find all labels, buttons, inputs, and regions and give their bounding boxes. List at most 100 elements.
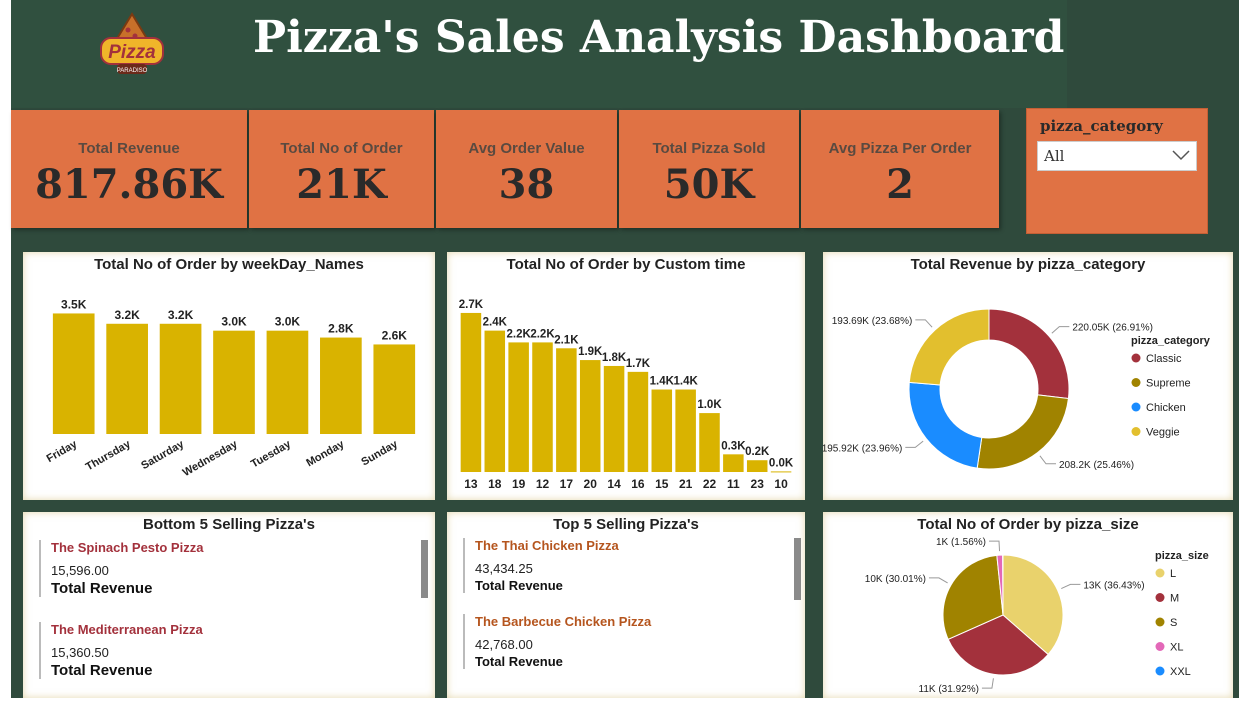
scrollbar[interactable]: [794, 538, 801, 600]
legend-marker: [1131, 378, 1141, 387]
legend-marker: [1155, 666, 1165, 676]
pie-slice[interactable]: [988, 308, 1070, 400]
data-label: 193.69K (23.68%): [832, 316, 913, 327]
bar[interactable]: [746, 460, 768, 472]
legend-title: pizza_size: [1155, 550, 1209, 562]
bar[interactable]: [532, 342, 553, 472]
bar[interactable]: [770, 471, 792, 473]
slicer-selected-value: All: [1044, 147, 1065, 165]
data-label: 2.8K: [328, 322, 354, 336]
bar[interactable]: [213, 330, 255, 434]
data-label: 1.9K: [578, 346, 603, 358]
data-label: 208.2K (25.46%): [1059, 460, 1134, 471]
x-tick-label: 19: [512, 477, 526, 491]
kpi-avg-pizza-per-order: Avg Pizza Per Order 2: [801, 110, 999, 228]
pizza-category-dropdown[interactable]: All: [1037, 141, 1197, 171]
bar[interactable]: [651, 389, 673, 472]
data-label: 1.4K: [673, 376, 698, 388]
pie-slice[interactable]: [908, 308, 990, 386]
pie-slice[interactable]: [976, 394, 1069, 470]
kpi-label: Total No of Order: [280, 140, 403, 157]
page-title: Pizza's Sales Analysis Dashboard: [253, 12, 1065, 63]
legend-item[interactable]: M: [1170, 593, 1179, 605]
data-label: 3.0K: [221, 315, 247, 329]
kpi-avg-order-value: Avg Order Value 38: [436, 110, 617, 228]
bar[interactable]: [579, 360, 601, 472]
kpi-label: Total Revenue: [78, 140, 180, 157]
legend-marker: [1131, 427, 1141, 436]
data-label: 13K (36.43%): [1083, 580, 1144, 591]
list-item: The Spinach Pesto Pizza 15,596.00 Total …: [39, 540, 203, 597]
kpi-total-pizza-sold: Total Pizza Sold 50K: [619, 110, 799, 228]
legend-marker: [1155, 642, 1165, 651]
legend-marker: [1155, 617, 1165, 627]
pizza-name: The Thai Chicken Pizza: [475, 538, 619, 553]
kpi-value: 38: [498, 161, 555, 208]
scrollbar[interactable]: [421, 540, 428, 598]
revenue-by-category-card: Total Revenue by pizza_category 220.05K …: [822, 252, 1233, 500]
pizza-name: The Barbecue Chicken Pizza: [475, 614, 652, 629]
legend-item[interactable]: Classic: [1146, 353, 1182, 365]
bar[interactable]: [106, 323, 148, 434]
x-tick-label: 13: [464, 477, 478, 491]
data-label: 0.2K: [745, 446, 770, 458]
bar[interactable]: [675, 389, 696, 472]
bar[interactable]: [699, 413, 720, 472]
legend-marker: [1131, 402, 1141, 412]
logo-text: Pizza: [108, 42, 156, 63]
legend-item[interactable]: Supreme: [1146, 378, 1191, 390]
top5-card: Top 5 Selling Pizza's The Thai Chicken P…: [447, 512, 805, 698]
x-tick-label: Thursday: [84, 438, 134, 474]
pizza-revenue: 15,360.50: [51, 645, 109, 660]
chevron-down-icon[interactable]: [1172, 148, 1190, 162]
revenue-by-category-chart: 220.05K (26.91%) 208.2K (25.46%) 195.92K (…: [822, 308, 1211, 471]
x-tick-label: 22: [703, 477, 717, 491]
legend-item[interactable]: XXL: [1170, 666, 1191, 678]
bar[interactable]: [508, 342, 529, 472]
legend-item[interactable]: Veggie: [1146, 427, 1180, 439]
list-item: The Mediterranean Pizza 15,360.50 Total …: [39, 622, 203, 679]
chart-title: Total No of Order by Custom time: [506, 256, 746, 273]
bar[interactable]: [52, 313, 95, 434]
bar[interactable]: [266, 330, 309, 434]
data-label: 2.1K: [554, 334, 579, 346]
legend-marker: [1155, 568, 1165, 578]
dashboard: Pizza PARADISO Pizza's Sales Analysis Da…: [11, 0, 1239, 698]
legend-item[interactable]: L: [1170, 568, 1176, 580]
bar[interactable]: [723, 454, 744, 472]
custom-time-orders-chart: 2.7K 13 2.4K 18 2.2K 19 2.2K 12 2.1K 17 1.9K 20 1.8K…: [459, 299, 794, 491]
data-label: 11K (31.92%): [919, 684, 979, 695]
x-tick-label: 17: [560, 477, 574, 491]
bar[interactable]: [603, 365, 625, 472]
bar[interactable]: [320, 337, 362, 434]
x-tick-label: 16: [631, 477, 645, 491]
x-tick-label: 20: [584, 477, 598, 491]
pie-slice[interactable]: [908, 381, 983, 469]
list-item: The Barbecue Chicken Pizza 42,768.00 Tot…: [463, 614, 651, 669]
kpi-value: 2: [886, 161, 914, 208]
legend-item[interactable]: XL: [1170, 642, 1183, 654]
legend-marker: [1155, 593, 1165, 602]
bottom5-card: Bottom 5 Selling Pizza's The Spinach Pes…: [23, 512, 435, 698]
x-tick-label: 21: [679, 477, 693, 491]
bar[interactable]: [556, 348, 577, 472]
bar[interactable]: [159, 323, 202, 434]
bar[interactable]: [373, 344, 416, 434]
kpi-value: 50K: [663, 161, 755, 208]
data-label: 2.7K: [459, 299, 484, 311]
chart-title: Total No of Order by pizza_size: [917, 516, 1139, 533]
bar[interactable]: [484, 330, 506, 472]
bar[interactable]: [460, 312, 482, 472]
data-label: 3.0K: [275, 315, 301, 329]
bar[interactable]: [627, 371, 649, 472]
x-tick-label: 15: [655, 477, 669, 491]
legend-item[interactable]: S: [1170, 617, 1177, 629]
header: Pizza PARADISO Pizza's Sales Analysis Da…: [11, 0, 1067, 108]
x-tick-label: 10: [774, 477, 788, 491]
kpi-total-revenue: Total Revenue 817.86K: [11, 110, 247, 228]
data-label: 3.2K: [114, 308, 140, 322]
slicer-label: pizza_category: [1040, 117, 1163, 135]
kpi-value: 817.86K: [35, 161, 223, 208]
x-tick-label: Saturday: [139, 438, 187, 472]
legend-item[interactable]: Chicken: [1146, 402, 1186, 414]
